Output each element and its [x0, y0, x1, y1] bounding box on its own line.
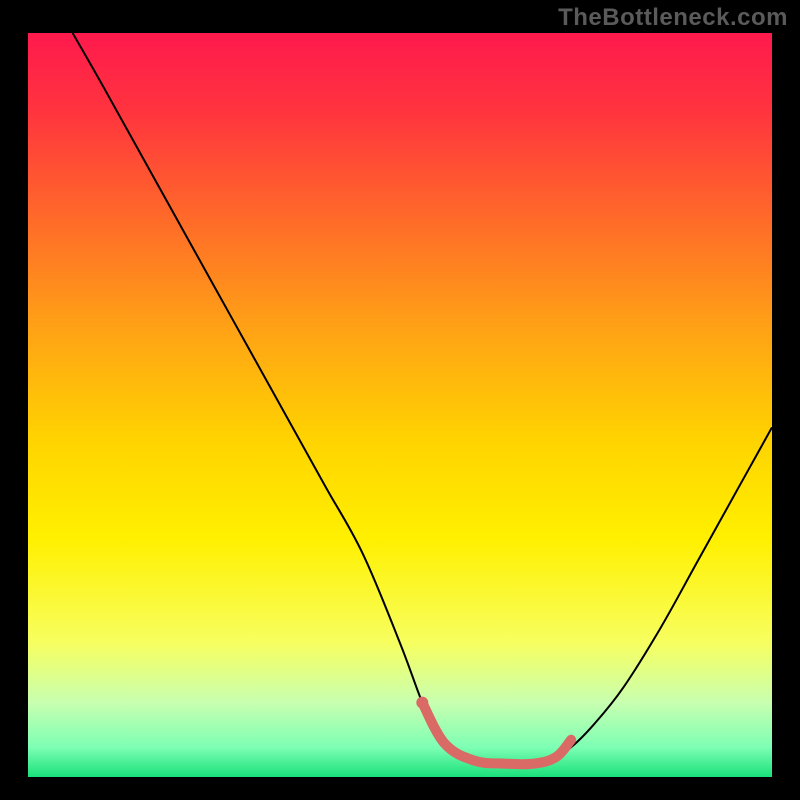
marker-optimal-dot [416, 697, 428, 709]
chart-svg [28, 33, 772, 777]
gradient-background [28, 33, 772, 777]
plot-area [28, 33, 772, 777]
watermark-text: TheBottleneck.com [558, 4, 788, 32]
chart-frame: TheBottleneck.com [0, 0, 800, 800]
